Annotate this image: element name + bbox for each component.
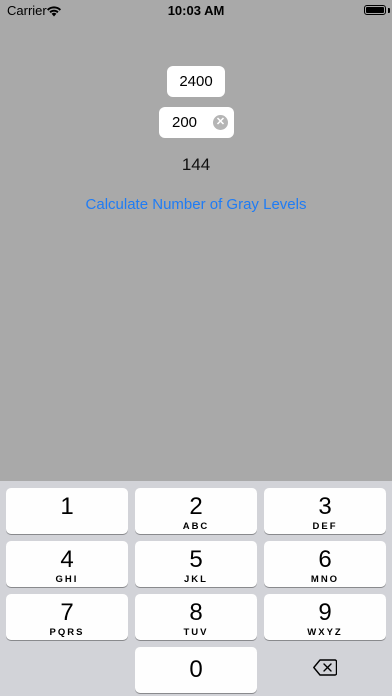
- key-5-number: 5: [189, 546, 203, 573]
- calculate-button[interactable]: Calculate Number of Gray Levels: [0, 196, 392, 213]
- width-input[interactable]: 2400: [167, 66, 225, 97]
- key-0[interactable]: 0: [135, 647, 257, 693]
- key-3[interactable]: 3 DEF: [264, 488, 386, 534]
- battery-icon: [364, 5, 386, 15]
- key-4[interactable]: 4 GHI: [6, 541, 128, 587]
- battery-tip: [388, 8, 390, 13]
- key-2-letters: ABC: [182, 521, 210, 532]
- key-8[interactable]: 8 TUV: [135, 594, 257, 640]
- key-5-letters: JKL: [184, 574, 208, 585]
- backspace-icon: [313, 659, 338, 681]
- key-2[interactable]: 2 ABC: [135, 488, 257, 534]
- key-6[interactable]: 6 MNO: [264, 541, 386, 587]
- height-input[interactable]: 200 ✕: [159, 107, 234, 138]
- key-0-number: 0: [189, 656, 203, 683]
- key-3-letters: DEF: [312, 521, 338, 532]
- status-bar: Carrier 10:03 AM: [0, 0, 392, 22]
- key-1[interactable]: 1: [6, 488, 128, 534]
- key-8-letters: TUV: [183, 627, 209, 638]
- numeric-keypad: 1 2 ABC 3 DEF 4 GHI 5 JKL 6 MNO 7 PQRS 8…: [0, 481, 392, 696]
- key-2-number: 2: [189, 493, 203, 520]
- key-1-number: 1: [60, 493, 74, 520]
- key-8-number: 8: [189, 599, 203, 626]
- status-time: 10:03 AM: [167, 3, 225, 18]
- key-7-number: 7: [60, 599, 74, 626]
- delete-key[interactable]: [264, 647, 386, 693]
- height-input-value: 200: [172, 114, 198, 131]
- key-5[interactable]: 5 JKL: [135, 541, 257, 587]
- key-7[interactable]: 7 PQRS: [6, 594, 128, 640]
- result-label: 144: [181, 155, 211, 174]
- key-3-number: 3: [318, 493, 332, 520]
- key-4-letters: GHI: [55, 574, 79, 585]
- width-input-value: 2400: [179, 73, 213, 90]
- clear-icon[interactable]: ✕: [213, 115, 228, 130]
- key-6-number: 6: [318, 546, 332, 573]
- key-7-letters: PQRS: [49, 627, 85, 638]
- key-4-number: 4: [60, 546, 74, 573]
- key-9-number: 9: [318, 599, 332, 626]
- key-9[interactable]: 9 WXYZ: [264, 594, 386, 640]
- key-6-letters: MNO: [310, 574, 340, 585]
- key-9-letters: WXYZ: [307, 627, 343, 638]
